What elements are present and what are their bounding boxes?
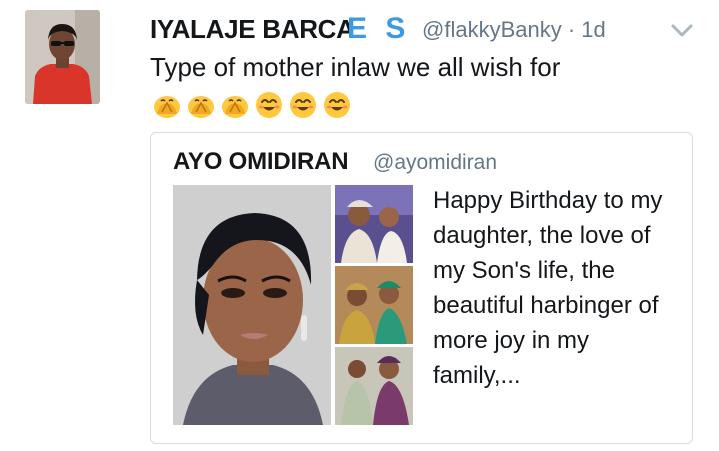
tweet-header: IYALAJE BARCA E S @flakkyBanky · 1d [150,8,693,48]
quoted-user-handle[interactable]: @ayomidiran [373,151,497,175]
quoted-tweet-card[interactable]: AYO OMIDIRAN @ayomidiran Happy Birthday … [150,132,693,444]
user-avatar[interactable] [25,10,100,104]
avatar-photo [25,10,100,104]
smiling-face-emoji-icon [288,90,318,120]
user-handle-timestamp[interactable]: @flakkyBanky · 1d [422,17,606,43]
folded-hands-emoji-icon [220,90,250,120]
chevron-down-icon[interactable] [670,18,694,42]
folded-hands-emoji-icon [186,90,216,120]
tweet-timestamp[interactable]: · 1d [568,17,606,42]
collage-photo-2[interactable] [335,266,413,344]
portrait-photo[interactable] [173,185,331,425]
collage-photo-1[interactable] [335,185,413,263]
smiling-face-emoji-icon [254,90,284,120]
display-name[interactable]: IYALAJE BARCA [150,14,355,45]
quoted-tweet-text: Happy Birthday to my daughter, the love … [433,187,663,389]
user-handle[interactable]: @flakkyBanky [422,17,562,42]
collage-photo-3[interactable] [335,347,413,425]
tweet-body: Type of mother inlaw we all wish for [150,50,570,120]
quoted-photo-collage[interactable] [173,185,413,425]
name-badge: E S [347,12,411,45]
quoted-display-name[interactable]: AYO OMIDIRAN [173,148,349,176]
tweet-text: Type of mother inlaw we all wish for [150,52,561,82]
folded-hands-emoji-icon [152,90,182,120]
emoji-row [152,90,352,120]
smiling-face-emoji-icon [322,90,352,120]
